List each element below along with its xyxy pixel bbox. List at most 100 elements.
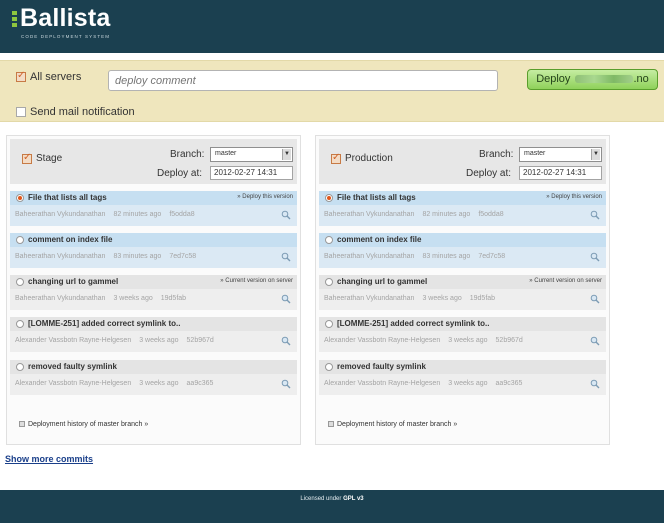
deployment-history-link[interactable]: Deployment history of master branch »	[19, 421, 148, 428]
commit-author: Baheerathan Vykundanathan	[324, 295, 415, 302]
commit-title-bar: removed faulty symlink	[10, 360, 297, 374]
magnifier-icon[interactable]	[590, 252, 600, 262]
license-link[interactable]: GPL v3	[343, 496, 364, 502]
environment-panel-production: Production Branch: master ▼ Deploy at: 2…	[315, 135, 610, 445]
commit-item[interactable]: comment on index file Baheerathan Vykund…	[319, 233, 606, 270]
commit-item[interactable]: removed faulty symlink Alexander Vassbot…	[10, 360, 297, 397]
commit-item[interactable]: [LOMME-251] added correct symlink to.. A…	[319, 317, 606, 354]
commit-time: 83 minutes ago	[422, 253, 471, 260]
deploy-at-input[interactable]: 2012-02-27 14:31	[519, 166, 602, 180]
current-version-label: » Current version on server	[220, 278, 293, 284]
dropdown-arrow-icon[interactable]: ▼	[591, 149, 600, 160]
commit-hash[interactable]: aa9c365	[496, 380, 523, 387]
logo-text: Ballista	[20, 4, 111, 32]
commit-title: [LOMME-251] added correct symlink to..	[337, 319, 490, 328]
branch-select[interactable]: master ▼	[519, 147, 602, 162]
commit-radio[interactable]	[16, 278, 24, 286]
commit-hash[interactable]: 19d5fab	[161, 295, 186, 302]
commit-author: Baheerathan Vykundanathan	[15, 295, 106, 302]
deploy-version-link[interactable]: » Deploy this version	[237, 194, 293, 200]
footer: Licensed under GPL v3	[0, 490, 664, 523]
magnifier-icon[interactable]	[281, 210, 291, 220]
commit-item[interactable]: File that lists all tags » Deploy this v…	[10, 191, 297, 228]
commit-radio[interactable]	[16, 194, 24, 202]
commit-hash[interactable]: f5odda8	[478, 211, 503, 218]
deploy-button-suffix: .no	[633, 73, 649, 85]
commit-meta: Baheerathan Vykundanathan 82 minutes ago f…	[319, 205, 606, 226]
branch-select[interactable]: master ▼	[210, 147, 293, 162]
commit-meta: Alexander Vassbotn Rayne-Helgesen 3 weeks…	[319, 331, 606, 352]
environment-checkbox[interactable]	[22, 152, 32, 164]
commit-author: Alexander Vassbotn Rayne-Helgesen	[15, 380, 132, 387]
deploy-at-input[interactable]: 2012-02-27 14:31	[210, 166, 293, 180]
environment-toggle[interactable]: Production	[331, 152, 393, 164]
commit-hash[interactable]: 7ed7c58	[478, 253, 505, 260]
environment-checkbox[interactable]	[331, 152, 341, 164]
all-servers-toggle[interactable]: All servers	[16, 70, 81, 83]
commit-title-bar: File that lists all tags » Deploy this v…	[319, 191, 606, 205]
dropdown-arrow-icon[interactable]: ▼	[282, 149, 291, 160]
commit-radio[interactable]	[325, 320, 333, 328]
magnifier-icon[interactable]	[281, 294, 291, 304]
environment-label: Production	[345, 153, 393, 164]
deployment-history-link[interactable]: Deployment history of master branch »	[328, 421, 457, 428]
commit-time: 3 weeks ago	[422, 295, 462, 302]
commit-title-bar: changing url to gammel » Current version…	[10, 275, 297, 289]
commit-meta: Baheerathan Vykundanathan 83 minutes ago 7…	[10, 247, 297, 268]
commit-radio[interactable]	[16, 236, 24, 244]
commit-title-bar: changing url to gammel » Current version…	[319, 275, 606, 289]
commit-meta: Alexander Vassbotn Rayne-Helgesen 3 weeks…	[10, 331, 297, 352]
commit-author: Baheerathan Vykundanathan	[15, 211, 106, 218]
chevron-right-icon: »	[144, 421, 149, 428]
send-mail-toggle[interactable]: Send mail notification	[16, 106, 135, 118]
send-mail-label: Send mail notification	[30, 106, 135, 119]
commit-radio[interactable]	[325, 236, 333, 244]
commit-title-bar: removed faulty symlink	[319, 360, 606, 374]
commit-title-bar: comment on index file	[319, 233, 606, 247]
magnifier-icon[interactable]	[590, 379, 600, 389]
send-mail-checkbox[interactable]	[16, 107, 26, 118]
commit-item[interactable]: changing url to gammel » Current version…	[10, 275, 297, 312]
all-servers-checkbox[interactable]	[16, 70, 26, 83]
commit-item[interactable]: comment on index file Baheerathan Vykund…	[10, 233, 297, 270]
commit-item[interactable]: File that lists all tags » Deploy this v…	[319, 191, 606, 228]
commit-meta: Baheerathan Vykundanathan 3 weeks ago 19d5…	[10, 289, 297, 310]
commit-time: 3 weeks ago	[448, 380, 488, 387]
environment-toggle[interactable]: Stage	[22, 152, 62, 164]
magnifier-icon[interactable]	[281, 252, 291, 262]
magnifier-icon[interactable]	[590, 210, 600, 220]
magnifier-icon[interactable]	[590, 336, 600, 346]
commit-item[interactable]: [LOMME-251] added correct symlink to.. A…	[10, 317, 297, 354]
commit-meta: Alexander Vassbotn Rayne-Helgesen 3 weeks…	[319, 374, 606, 395]
magnifier-icon[interactable]	[281, 379, 291, 389]
app-header: Ballista CODE DEPLOYMENT SYSTEM	[0, 0, 664, 53]
deploy-button[interactable]: Deploy .no	[527, 69, 658, 90]
deploy-comment-input[interactable]	[108, 70, 498, 91]
logo-subtitle: CODE DEPLOYMENT SYSTEM	[21, 34, 111, 39]
logo[interactable]: Ballista CODE DEPLOYMENT SYSTEM	[10, 4, 122, 42]
magnifier-icon[interactable]	[281, 336, 291, 346]
commit-hash[interactable]: f5odda8	[169, 211, 194, 218]
show-more-commits-link[interactable]: Show more commits	[5, 454, 93, 464]
commit-hash[interactable]: 19d5fab	[470, 295, 495, 302]
commit-hash[interactable]: 52b967d	[187, 337, 214, 344]
commit-hash[interactable]: 7ed7c58	[169, 253, 196, 260]
chevron-right-icon: »	[453, 421, 458, 428]
branch-label: Branch:	[479, 149, 514, 160]
branch-label: Branch:	[170, 149, 205, 160]
commit-radio[interactable]	[16, 320, 24, 328]
commit-radio[interactable]	[325, 278, 333, 286]
commit-item[interactable]: removed faulty symlink Alexander Vassbot…	[319, 360, 606, 397]
history-link-text: Deployment history of master branch	[337, 421, 452, 428]
commit-time: 82 minutes ago	[113, 211, 162, 218]
commit-hash[interactable]: 52b967d	[496, 337, 523, 344]
magnifier-icon[interactable]	[590, 294, 600, 304]
commit-radio[interactable]	[325, 194, 333, 202]
deploy-version-link[interactable]: » Deploy this version	[546, 194, 602, 200]
commit-radio[interactable]	[325, 363, 333, 371]
commit-title-bar: [LOMME-251] added correct symlink to..	[10, 317, 297, 331]
commit-hash[interactable]: aa9c365	[187, 380, 214, 387]
commit-radio[interactable]	[16, 363, 24, 371]
license-text: Licensed under GPL v3	[0, 496, 664, 502]
commit-item[interactable]: changing url to gammel » Current version…	[319, 275, 606, 312]
